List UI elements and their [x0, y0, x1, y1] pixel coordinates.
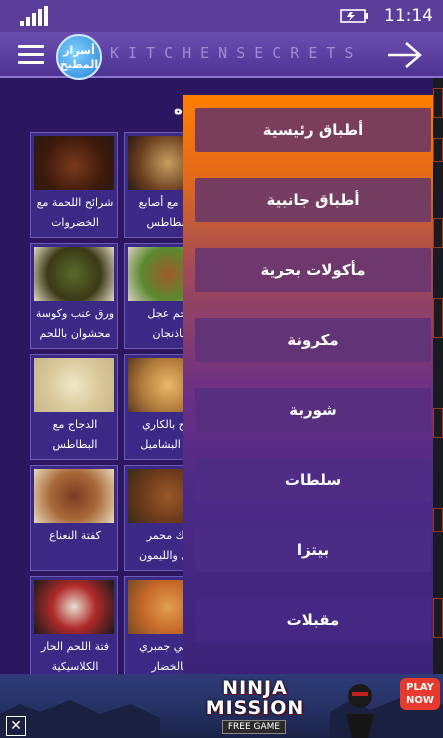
- recipe-card[interactable]: كفتة النعناع: [30, 465, 118, 571]
- arrow-right-icon[interactable]: [386, 40, 424, 70]
- recipe-caption: الدجاج مع البطاطس: [52, 418, 98, 451]
- status-bar: 11:14: [0, 0, 443, 32]
- recipe-card[interactable]: فتة اللحم الحار الكلاسيكية: [30, 576, 118, 682]
- clock: 11:14: [384, 6, 433, 26]
- app-logo: أسرار المطبخ: [56, 34, 102, 80]
- signal-icon: [20, 6, 50, 26]
- recipe-card[interactable]: شرائح اللحمة معالخضروات وصلصة: [30, 132, 118, 238]
- recipe-image: [34, 247, 114, 301]
- menu-item-pizza[interactable]: بيتزا: [195, 528, 431, 572]
- logo-line1: أسرار: [63, 44, 95, 57]
- battery-icon: [340, 9, 368, 23]
- recipe-card[interactable]: الدجاج مع البطاطس: [30, 354, 118, 460]
- menu-item-side-dishes[interactable]: أطباق جانبية: [195, 178, 431, 222]
- recipe-caption: ورق عنب وكوسة محشوان باللحم: [35, 307, 115, 340]
- brand-text: KITCHENSECRETS: [110, 44, 363, 62]
- app-header: أسرار المطبخ KITCHENSECRETS: [0, 32, 443, 80]
- recipe-caption: شرائح اللحمة معالخضروات وصلصة: [36, 196, 114, 237]
- ad-banner[interactable]: ✕ NINJA MISSION FREE GAME PLAY NOW: [0, 674, 443, 738]
- menu-item-main-dishes[interactable]: أطباق رئيسية: [195, 108, 431, 152]
- menu-item-pasta[interactable]: مكرونة: [195, 318, 431, 362]
- logo-line2: المطبخ: [59, 58, 99, 71]
- menu-item-appetizers[interactable]: مقبلات: [195, 598, 431, 642]
- ad-play-button[interactable]: PLAY NOW: [400, 678, 440, 710]
- recipe-caption: فتة اللحم الحار الكلاسيكية: [40, 640, 110, 673]
- recipe-image: [34, 358, 114, 412]
- recipe-caption: كفتة النعناع: [49, 529, 101, 542]
- hamburger-menu-icon[interactable]: [18, 45, 44, 65]
- section-title: ه: [174, 100, 183, 118]
- recipe-image: [34, 136, 114, 190]
- menu-item-seafood[interactable]: مأكولات بحرية: [195, 248, 431, 292]
- recipe-card[interactable]: ورق عنب وكوسة محشوان باللحم: [30, 243, 118, 349]
- ad-subtitle: FREE GAME: [222, 720, 286, 734]
- close-ad-icon[interactable]: ✕: [6, 716, 26, 736]
- recipe-image: [34, 469, 114, 523]
- recipe-image: [34, 580, 114, 634]
- edge-strip: [433, 78, 443, 674]
- ad-title: NINJA MISSION: [205, 677, 305, 719]
- menu-item-salads[interactable]: سلطات: [195, 458, 431, 502]
- app-root: 11:14 أسرار المطبخ KITCHENSECRETS ه شرائ…: [0, 0, 443, 738]
- menu-item-soup[interactable]: شوربة: [195, 388, 431, 432]
- side-menu: أطباق رئيسية أطباق جانبية مأكولات بحرية …: [183, 95, 443, 675]
